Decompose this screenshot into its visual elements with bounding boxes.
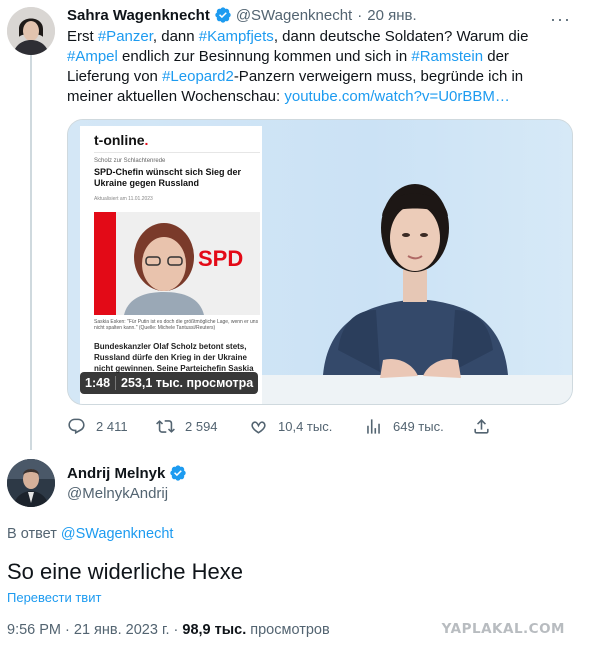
reply-icon [68,418,85,435]
views-button[interactable]: 649 тыс. [364,417,444,436]
text-fragment: , dann deutsche Soldaten? Warum die [273,28,529,45]
article-logo: t-online. [94,132,148,148]
like-button[interactable]: 10,4 тыс. [249,417,332,436]
video-duration: 1:48 [85,376,111,390]
reply-mention-link[interactable]: @SWagenknecht [61,526,174,542]
author-handle[interactable]: @MelnykAndrij [67,485,168,502]
translate-tweet-link[interactable]: Перевести твит [7,590,101,605]
author-handle[interactable]: @SWagenknecht [236,7,352,24]
retweet-button[interactable]: 2 594 [156,417,218,436]
retweet-count: 2 594 [185,419,218,434]
article-body: Bundeskanzler Olaf Scholz betont stets, … [94,342,254,373]
hashtag-link[interactable]: #Panzer [98,28,153,45]
tweet-time[interactable]: 9:56 PM [7,622,61,638]
tweet2-meta: 9:56 PM · 21 янв. 2023 г. · 98,9 тыс. пр… [7,622,330,638]
tweet1-header: Sahra Wagenknecht @SWagenknecht · 20 янв… [67,6,417,24]
author-name[interactable]: Andrij Melnyk [67,465,165,482]
tweet1-actions: 2 411 2 594 10,4 тыс. 649 тыс. [67,417,507,437]
article-photo-text: SPD [198,246,244,271]
analytics-icon [367,419,380,434]
avatar-sahra-image [7,7,55,55]
article-photo: SPD [94,212,260,315]
article-caption: Saskia Esken: "Für Putin ist es doch die… [94,319,259,331]
logo-dot: . [144,132,149,148]
logo-text: t-online [94,132,145,148]
thread-connector-line [30,55,32,450]
hashtag-link[interactable]: #Ampel [67,48,118,65]
reply-button[interactable]: 2 411 [67,417,128,436]
verified-badge-icon [214,6,232,24]
hashtag-link[interactable]: #Ramstein [411,48,483,65]
tweet1-text: Erst #Panzer, dann #Kampfjets, dann deut… [67,27,572,107]
share-icon [474,419,489,434]
tweet-date[interactable]: 20 янв. [367,7,416,24]
article-divider [94,152,260,153]
video-player[interactable]: t-online. Scholz zur Schlachtenrede SPD-… [67,119,573,405]
tweet2-text: So eine widerliche Hexe [7,559,244,584]
views-count: 98,9 тыс. [182,622,247,638]
reply-prefix: В ответ [7,526,57,542]
avatar-sahra[interactable] [7,7,55,55]
avatar-melnyk[interactable] [7,459,55,507]
hashtag-link[interactable]: #Leopard2 [162,68,234,85]
badge-divider [115,376,117,390]
text-fragment: endlich zur Besinnung kommen und sich in [117,48,412,65]
video-views: 253,1 тыс. просмотра [121,376,254,390]
like-count: 10,4 тыс. [278,419,333,434]
retweet-icon [156,420,175,433]
article-date: Aktualisiert am 11.01.2023 [94,196,153,202]
youtube-link[interactable]: youtube.com/watch?v=U0rBBM… [284,88,510,105]
views-label: просмотров [250,622,330,638]
article-kicker: Scholz zur Schlachtenrede [94,158,166,164]
watermark-logo: YAPLAKAL.COM [441,621,565,637]
share-button[interactable] [472,417,501,436]
article-overlay: t-online. Scholz zur Schlachtenrede SPD-… [80,126,262,404]
reply-context: В ответ @SWagenknecht [7,526,173,542]
tweet-date[interactable]: 21 янв. 2023 г. [74,622,170,638]
dot-separator: · [65,622,74,638]
text-fragment: Erst [67,28,98,45]
views-count: 649 тыс. [393,419,444,434]
text-fragment: , dann [152,28,199,45]
hashtag-link[interactable]: #Kampfjets [199,28,274,45]
heart-icon [251,421,266,434]
avatar-melnyk-image [7,459,55,507]
article-headline: SPD-Chefin wünscht sich Sieg der Ukraine… [94,167,242,188]
author-name[interactable]: Sahra Wagenknecht [67,7,210,24]
presenter-video-frame [258,184,572,404]
verified-badge-icon [169,464,187,482]
video-stats-badge: 1:48 253,1 тыс. просмотра [80,372,259,394]
reply-count: 2 411 [96,419,128,434]
tweet2-author: Andrij Melnyk [67,464,191,482]
dot-separator: · [357,6,363,24]
